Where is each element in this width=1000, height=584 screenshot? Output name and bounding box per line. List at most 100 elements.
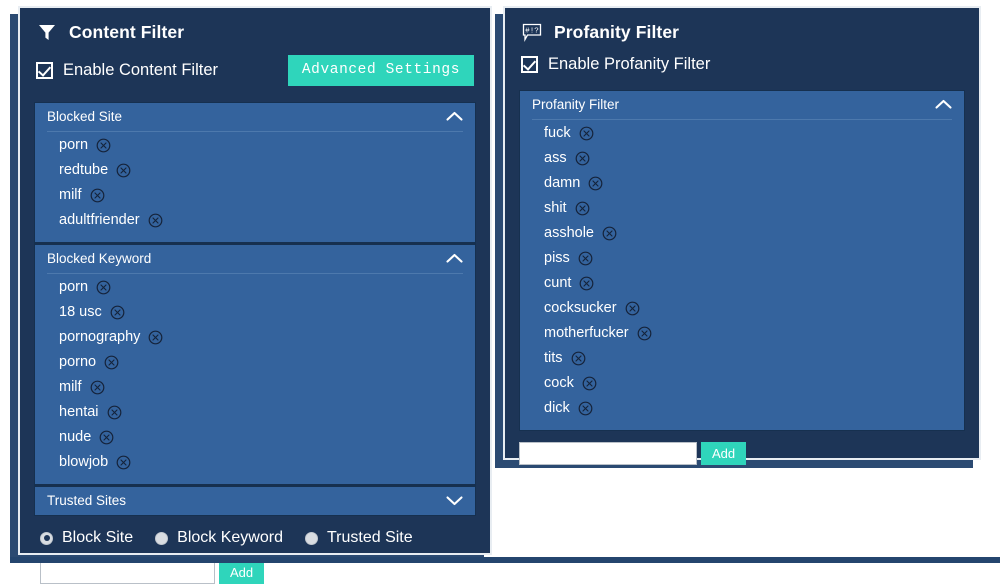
list-item: porno <box>59 350 451 375</box>
radio-block-site[interactable] <box>40 531 53 545</box>
list-item: porn <box>59 133 451 158</box>
remove-icon[interactable] <box>588 176 603 191</box>
list-item: cock <box>544 371 940 396</box>
list-item-label: milf <box>59 379 82 396</box>
list-item: cunt <box>544 271 940 296</box>
content-filter-add-input[interactable] <box>40 561 215 584</box>
list-item: nude <box>59 425 451 450</box>
list-item-label: piss <box>544 250 570 267</box>
enable-content-filter-checkbox[interactable] <box>36 62 53 79</box>
remove-icon[interactable] <box>110 305 125 320</box>
radio-label-block-site: Block Site <box>62 529 134 547</box>
section-title-profanity-list: Profanity Filter <box>532 97 620 112</box>
list-item-label: redtube <box>59 162 109 179</box>
remove-icon[interactable] <box>579 276 594 291</box>
remove-icon[interactable] <box>602 226 617 241</box>
list-item: shit <box>544 196 940 221</box>
section-title-trusted-sites: Trusted Sites <box>47 493 127 509</box>
profanity-filter-add-button[interactable]: Add <box>701 442 747 466</box>
remove-icon[interactable] <box>96 280 111 295</box>
list-item: piss <box>544 246 940 271</box>
list-item: ass <box>544 146 940 171</box>
remove-icon[interactable] <box>116 163 131 178</box>
list-item-label: porn <box>59 137 89 153</box>
filter-type-radio-group: Block Site Block Keyword Trusted Site <box>20 516 490 547</box>
list-item-label: milf <box>59 187 82 204</box>
remove-icon[interactable] <box>637 326 652 341</box>
section-header-blocked-keyword[interactable]: Blocked Keyword <box>35 245 475 274</box>
radio-trusted-site[interactable] <box>304 531 318 545</box>
list-item-label: shit <box>544 200 567 217</box>
section-header-profanity-list[interactable]: Profanity Filter <box>520 91 964 119</box>
list-item: redtube <box>59 158 451 183</box>
remove-icon[interactable] <box>99 430 114 445</box>
list-item: 18 usc <box>59 300 451 325</box>
profanity-filter-add-input[interactable] <box>519 442 697 466</box>
profanity-filter-enable-row: Enable Profanity Filter <box>505 43 979 74</box>
section-blocked-keyword: Blocked Keyword porn 18 usc pornography <box>35 242 475 485</box>
section-body-blocked-site: porn redtube milf adultfriender <box>47 131 463 242</box>
remove-icon[interactable] <box>579 126 594 141</box>
remove-icon[interactable] <box>90 188 105 203</box>
content-filter-accordion: Blocked Site porn redtube milf adultfrie… <box>34 102 476 517</box>
content-filter-add-row: Add <box>20 547 490 584</box>
enable-profanity-filter-control[interactable]: Enable Profanity Filter <box>521 55 710 74</box>
remove-icon[interactable] <box>104 355 119 370</box>
list-item-label: hentai <box>59 404 99 421</box>
section-header-trusted-sites[interactable]: Trusted Sites <box>35 487 475 516</box>
funnel-icon <box>39 25 55 40</box>
remove-icon[interactable] <box>148 213 163 228</box>
list-item-label: cocksucker <box>544 300 617 317</box>
list-item-label: motherfucker <box>544 325 629 342</box>
content-filter-add-button[interactable]: Add <box>219 561 265 584</box>
section-body-blocked-keyword: porn 18 usc pornography porno milf henta… <box>47 273 463 484</box>
list-item: pornography <box>59 325 451 350</box>
remove-icon[interactable] <box>582 376 597 391</box>
chevron-up-icon[interactable] <box>446 111 463 122</box>
remove-icon[interactable] <box>107 405 122 420</box>
chevron-up-icon[interactable] <box>935 99 952 110</box>
list-item: fuck <box>544 121 940 146</box>
speech-bubble-profanity-icon: #!? <box>522 23 542 43</box>
list-item-label: asshole <box>544 225 594 242</box>
section-header-blocked-site[interactable]: Blocked Site <box>35 103 475 131</box>
list-item: cocksucker <box>544 296 940 321</box>
remove-icon[interactable] <box>578 401 593 416</box>
list-item-label: ass <box>544 150 567 167</box>
chevron-down-icon[interactable] <box>446 495 463 506</box>
remove-icon[interactable] <box>575 151 590 166</box>
list-item: blowjob <box>59 450 451 475</box>
list-item-label: pornography <box>59 329 141 346</box>
list-item: milf <box>59 375 451 400</box>
radio-block-keyword[interactable] <box>155 531 169 545</box>
list-item-label: adultfriender <box>59 212 140 229</box>
remove-icon[interactable] <box>571 351 586 366</box>
list-item: dick <box>544 396 940 421</box>
list-item: hentai <box>59 400 451 425</box>
content-filter-title: Content Filter <box>69 21 185 42</box>
remove-icon[interactable] <box>96 138 111 153</box>
remove-icon[interactable] <box>90 380 105 395</box>
page-bottom-strip <box>10 557 1000 563</box>
section-body-profanity-list: fuck ass damn shit asshole piss cunt coc… <box>532 119 952 430</box>
list-item-label: cock <box>544 375 574 392</box>
radio-label-block-keyword: Block Keyword <box>177 529 283 547</box>
radio-label-trusted-site: Trusted Site <box>326 529 413 547</box>
enable-content-filter-control[interactable]: Enable Content Filter <box>36 61 218 80</box>
chevron-up-icon[interactable] <box>446 253 463 264</box>
enable-profanity-filter-checkbox[interactable] <box>521 56 538 73</box>
remove-icon[interactable] <box>116 455 131 470</box>
advanced-settings-button[interactable]: Advanced Settings <box>287 55 474 86</box>
profanity-filter-accordion: Profanity Filter fuck ass damn shit assh… <box>519 90 965 432</box>
list-item-label: porno <box>59 354 97 371</box>
remove-icon[interactable] <box>625 301 640 316</box>
content-filter-header: Content Filter <box>20 8 490 43</box>
list-item: adultfriender <box>59 208 451 233</box>
list-item: porn <box>59 275 451 300</box>
list-item-label: 18 usc <box>59 304 102 321</box>
section-title-blocked-keyword: Blocked Keyword <box>47 251 152 267</box>
remove-icon[interactable] <box>575 201 590 216</box>
remove-icon[interactable] <box>148 330 163 345</box>
section-profanity-list: Profanity Filter fuck ass damn shit assh… <box>520 91 964 431</box>
remove-icon[interactable] <box>578 251 593 266</box>
